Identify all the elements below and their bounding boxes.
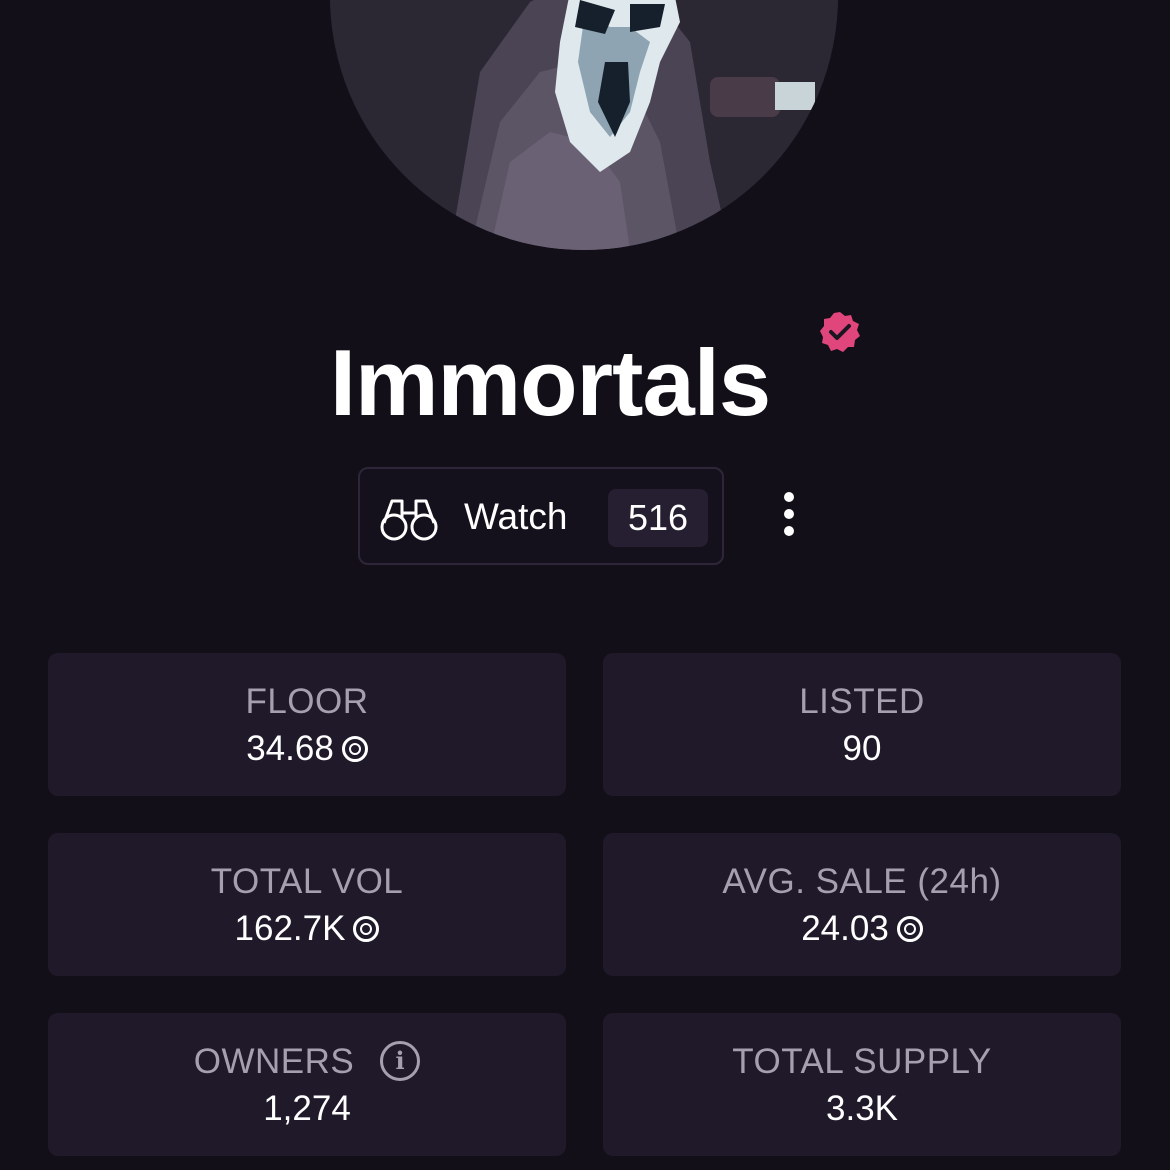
info-icon[interactable]: i [380,1040,421,1081]
more-options-icon[interactable] [770,490,808,540]
currency-icon [353,916,380,942]
stat-label: TOTAL SUPPLY [732,1042,992,1081]
watch-button[interactable]: Watch 516 [358,467,724,565]
stat-label: AVG. SALE (24h) [722,862,1002,901]
stat-label: OWNERS i [48,1040,566,1084]
stat-card-total-supply: TOTAL SUPPLY 3.3K [603,1013,1121,1156]
stat-value: 34.68 [48,728,566,770]
stat-label: FLOOR [245,682,369,721]
total-vol-value: 162.7K [234,909,346,948]
stat-value: 162.7K [48,908,566,950]
stat-card-listed: LISTED 90 [603,653,1121,796]
watch-label: Watch [464,496,568,537]
collection-avatar [330,0,838,250]
title-row: Immortals [0,328,1170,438]
owners-label: OWNERS [193,1042,355,1081]
collection-page: Immortals Watch 516 FLOOR 34.68 LISTED 9… [0,0,1170,1170]
stat-label: TOTAL VOL [210,862,404,901]
verified-badge-icon [820,312,860,352]
stat-card-total-vol: TOTAL VOL 162.7K [48,833,566,976]
collection-title: Immortals [329,330,771,435]
stat-label: LISTED [799,682,925,721]
stat-value: 3.3K [826,1089,898,1128]
binoculars-icon [380,499,438,541]
stat-value: 90 [842,729,882,768]
stat-card-floor: FLOOR 34.68 [48,653,566,796]
stat-value: 24.03 [603,908,1121,950]
avg-sale-value: 24.03 [801,909,889,948]
floor-value: 34.68 [246,729,334,768]
currency-icon [341,736,368,762]
stat-card-owners: OWNERS i 1,274 [48,1013,566,1156]
currency-icon [896,916,923,942]
ghostface-avatar-image [330,0,838,250]
stat-card-avg-sale: AVG. SALE (24h) 24.03 [603,833,1121,976]
watch-count-badge: 516 [608,489,708,547]
stat-value: 1,274 [263,1089,351,1128]
